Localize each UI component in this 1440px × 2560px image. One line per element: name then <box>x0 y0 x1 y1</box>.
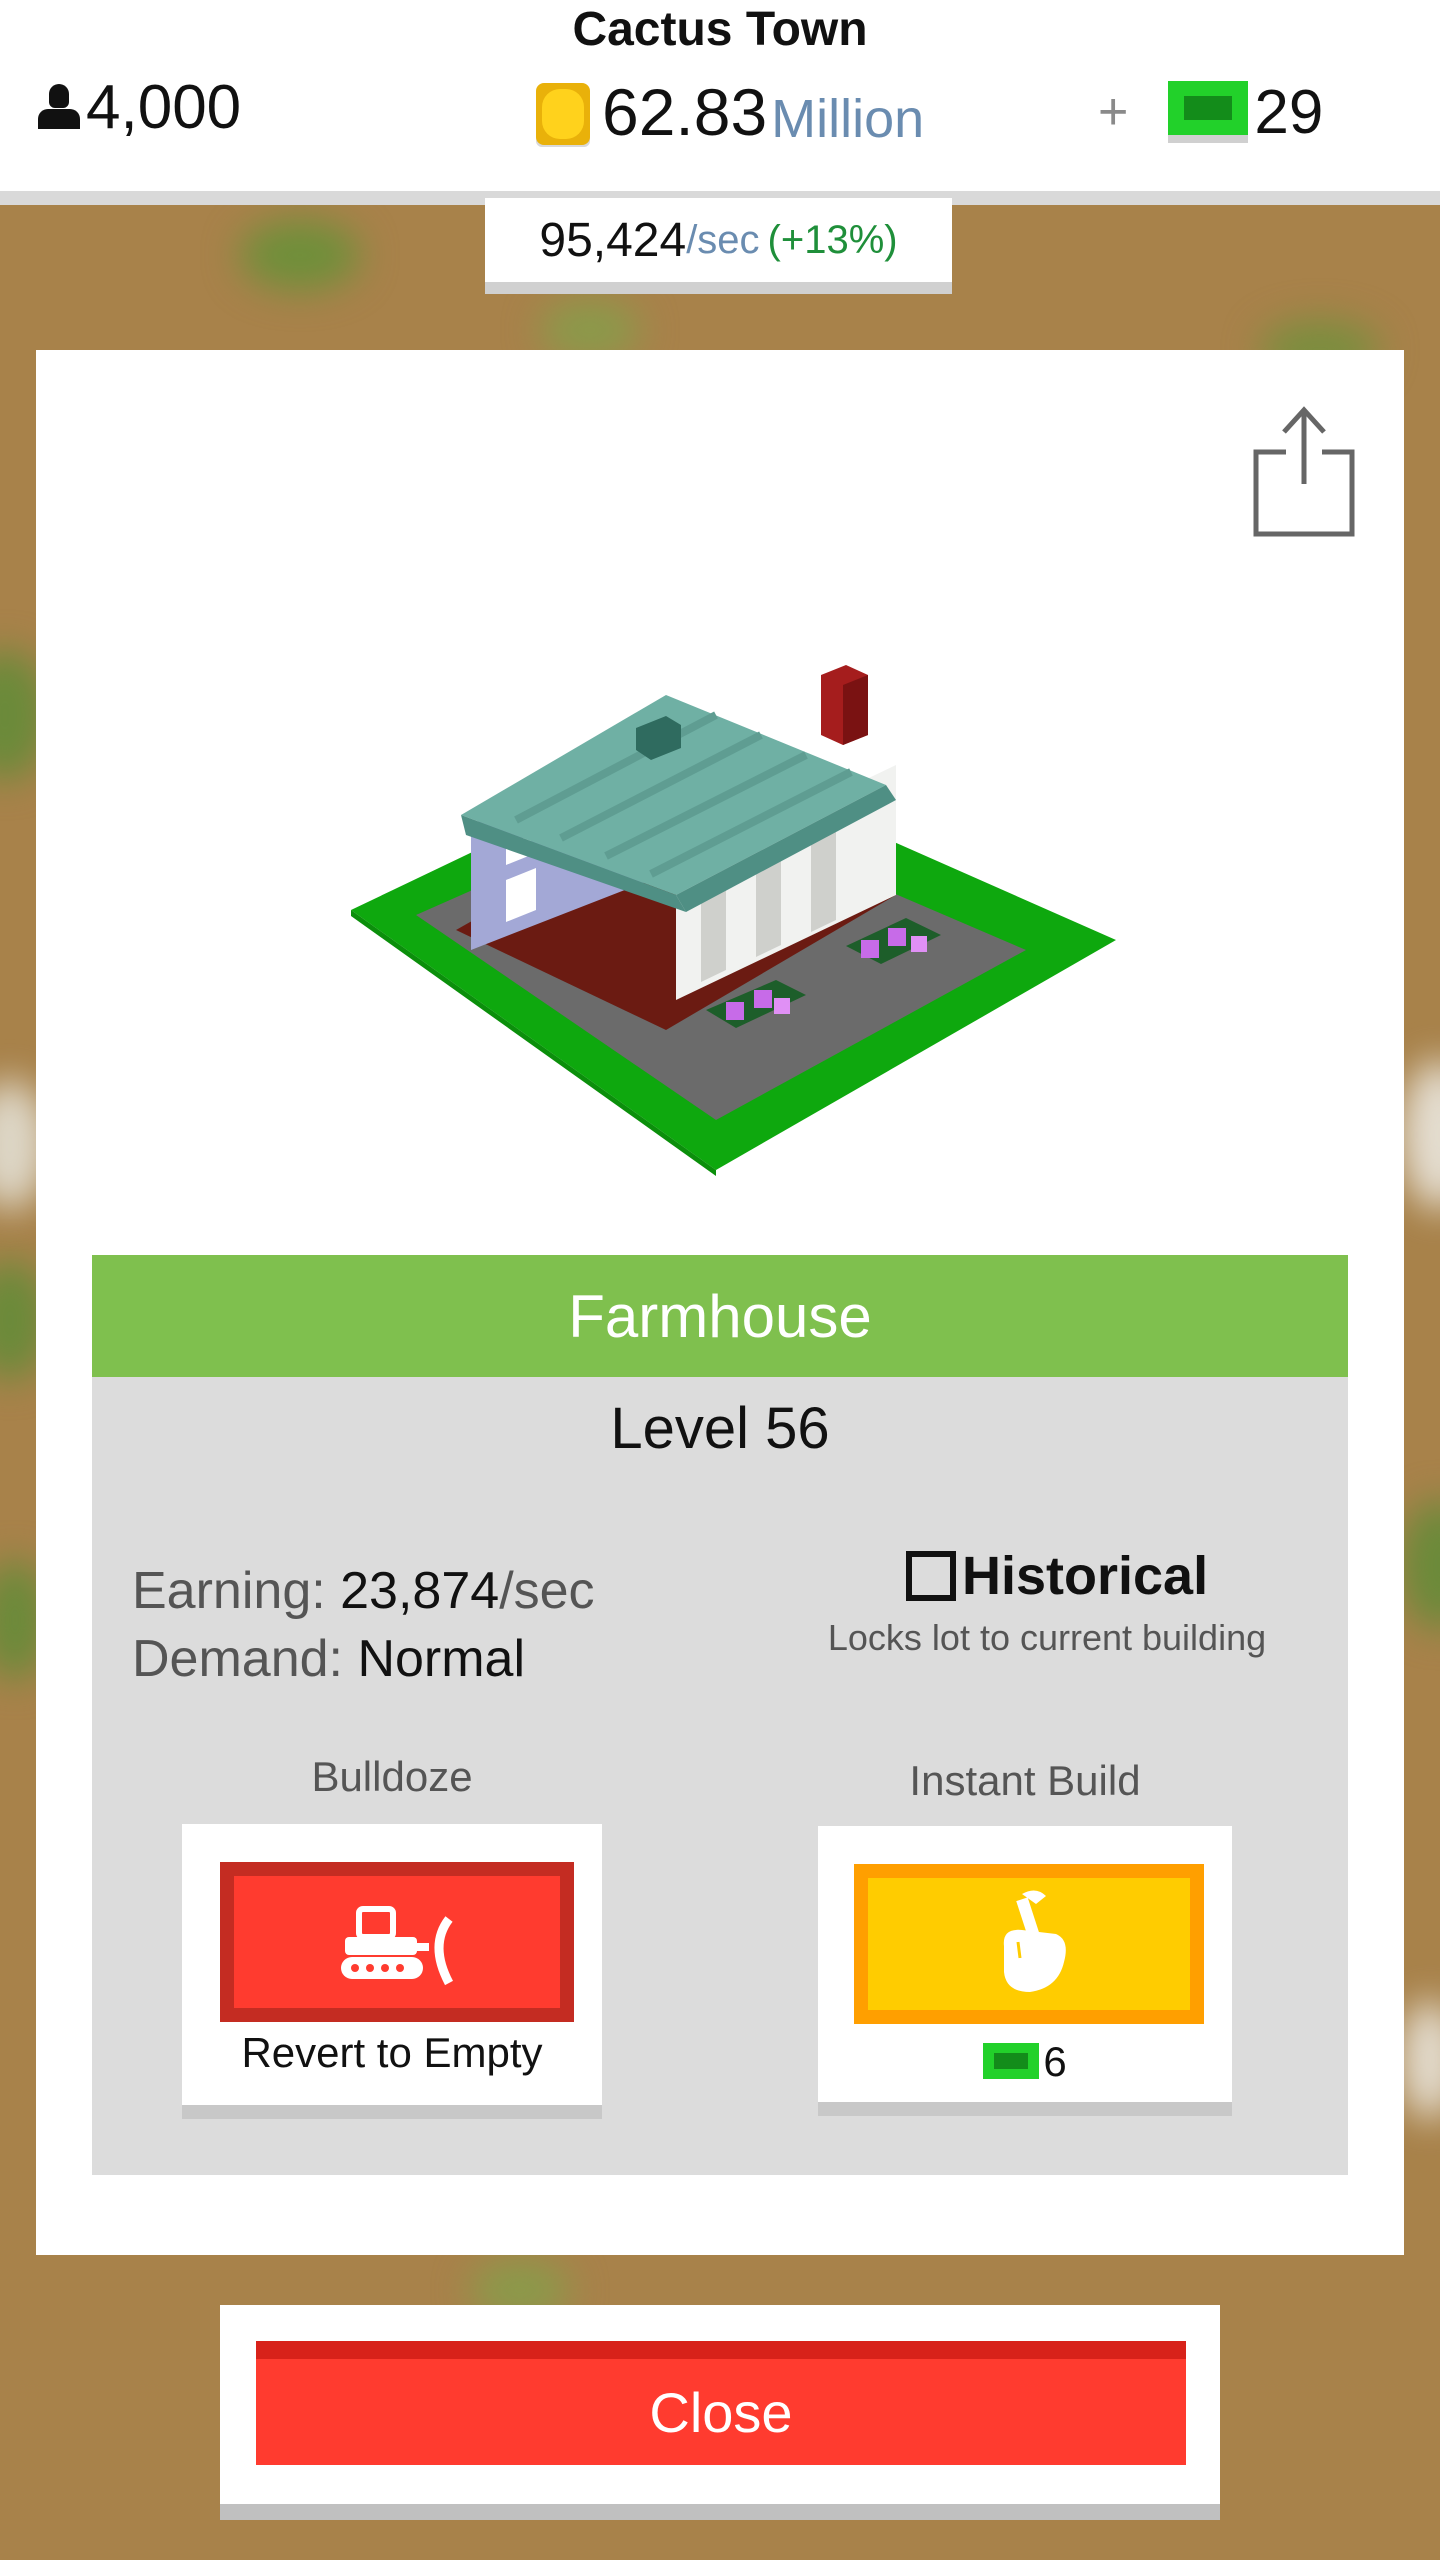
close-button[interactable]: Close <box>256 2341 1186 2465</box>
hammer-hand-icon <box>1003 1890 1066 1992</box>
income-rate-change: (+13%) <box>767 217 898 262</box>
money-display: 62.83 Million <box>536 72 924 152</box>
historical-description: Locks lot to current building <box>827 1617 1267 1658</box>
earning-unit: /sec <box>499 1562 595 1620</box>
coin-icon <box>536 77 592 147</box>
cash-value: 29 <box>1254 77 1324 147</box>
bulldoze-caption: Revert to Empty <box>241 2029 543 2076</box>
share-button[interactable] <box>1244 402 1364 542</box>
instant-build-button[interactable] <box>854 1864 1204 2024</box>
building-name: Farmhouse <box>92 1255 1348 1377</box>
cash-bill-icon <box>1168 81 1249 143</box>
bulldozer-icon <box>341 1906 454 1986</box>
instant-build-label: Instant Build <box>909 1757 1141 1804</box>
demand-value: Normal <box>357 1630 526 1688</box>
population-value: 4,000 <box>86 72 242 142</box>
historical-option[interactable]: Historical Locks lot to current building <box>792 1545 1302 1659</box>
instant-build-card: 6 <box>818 1826 1232 2116</box>
share-icon <box>1253 406 1355 537</box>
bulldoze-card: Revert to Empty <box>182 1824 602 2119</box>
earning-label: Earning: <box>132 1562 326 1620</box>
income-rate-unit: /sec <box>686 217 760 262</box>
earning-value: 23,874 <box>340 1562 500 1620</box>
add-cash-button[interactable]: + <box>1098 82 1128 142</box>
bulldoze-button[interactable] <box>220 1862 574 2022</box>
money-unit: Million <box>771 89 925 149</box>
building-level: Level 56 <box>610 1396 830 1461</box>
town-name: Cactus Town <box>572 3 868 56</box>
farmhouse-illustration <box>351 665 1116 1176</box>
building-panel: Farmhouse Level 56 Earning: 23,874/sec D… <box>36 350 1404 2255</box>
population-display: 4,000 <box>38 72 241 142</box>
money-value: 62.83 <box>602 75 768 149</box>
cash-bill-icon <box>983 2043 1040 2081</box>
historical-label[interactable]: Historical <box>962 1545 1208 1607</box>
building-stats: Earning: 23,874/sec Demand: Normal <box>132 1557 595 1693</box>
top-status-bar: Cactus Town 4,000 62.83 Million + 29 <box>0 0 1440 205</box>
instant-build-cost-value: 6 <box>1043 2038 1067 2085</box>
income-rate-tab: 95,424 /sec (+13%) <box>485 198 952 294</box>
demand-label: Demand: <box>132 1630 343 1688</box>
building-info-box: Farmhouse Level 56 Earning: 23,874/sec D… <box>92 1255 1348 2175</box>
person-icon <box>38 84 80 130</box>
cash-display[interactable]: + 29 <box>1098 72 1323 152</box>
close-card: Close <box>220 2305 1220 2520</box>
income-rate-value: 95,424 <box>539 213 687 267</box>
instant-build-cost: 6 <box>818 2038 1232 2086</box>
historical-checkbox[interactable] <box>906 1551 956 1601</box>
bulldoze-label: Bulldoze <box>311 1753 473 1800</box>
